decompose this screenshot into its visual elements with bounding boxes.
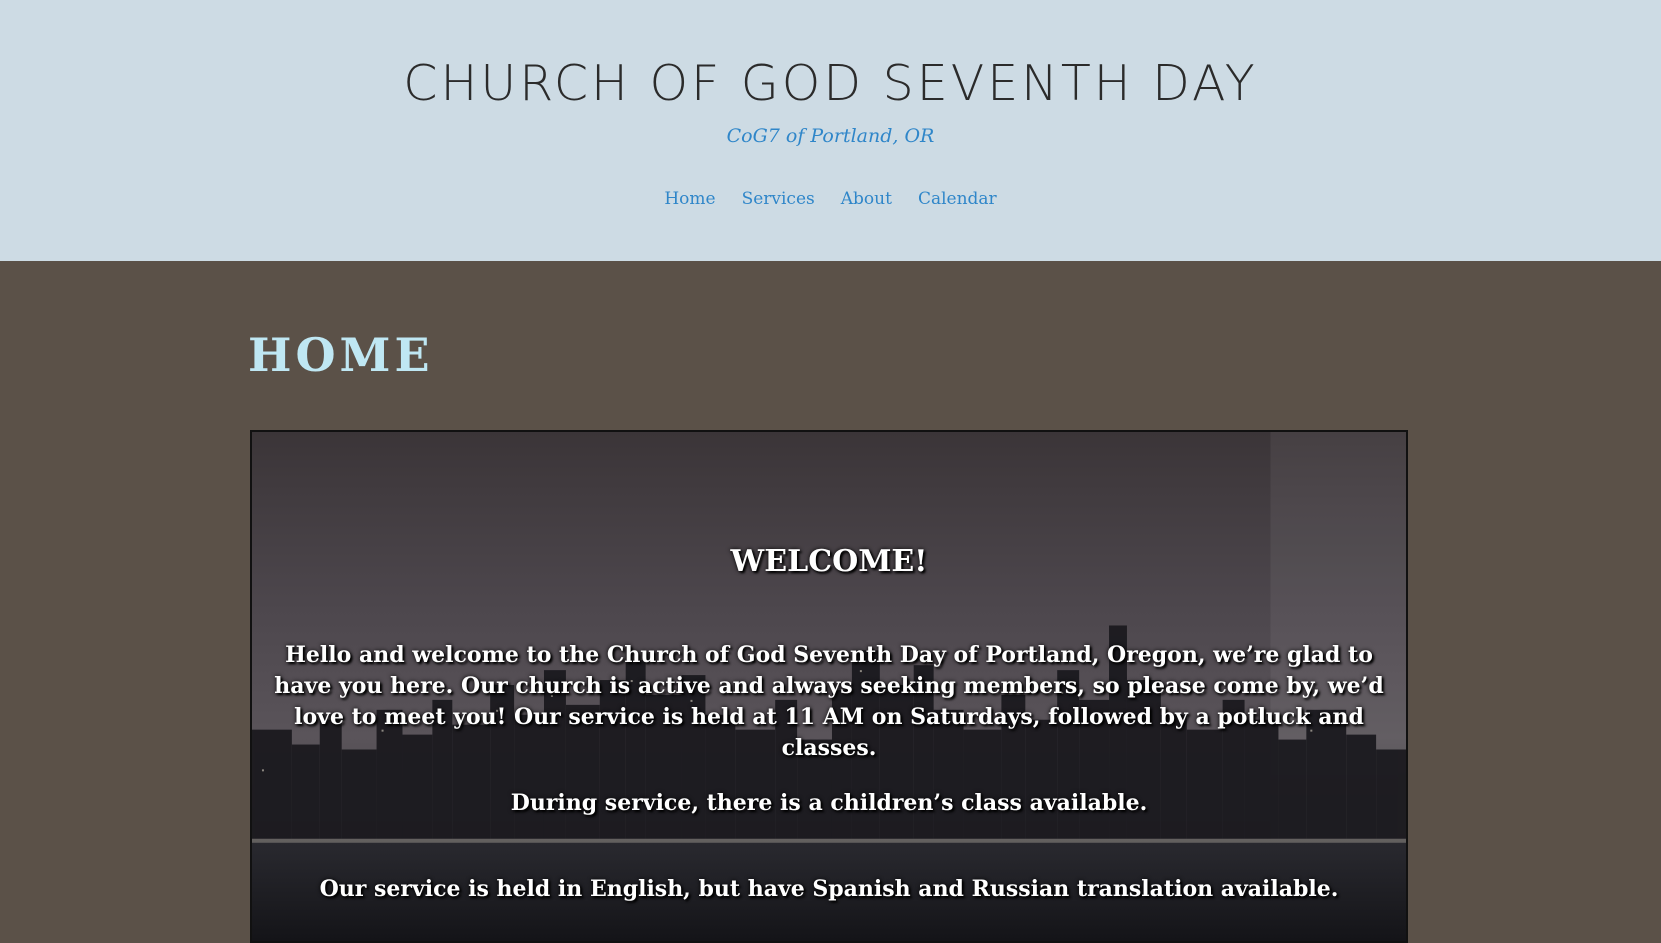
site-title[interactable]: CHURCH OF GOD SEVENTH DAY: [0, 52, 1661, 116]
translation-paragraph: Our service is held in English, but have…: [319, 876, 1339, 902]
welcome-content: WELCOME! Hello and welcome to the Church…: [252, 432, 1406, 941]
nav-item-about[interactable]: About: [841, 186, 892, 212]
main-nav: Home Services About Calendar: [0, 186, 1661, 212]
welcome-paragraph: Hello and welcome to the Church of God S…: [274, 642, 1384, 761]
nav-item-home[interactable]: Home: [664, 186, 715, 212]
childrens-class-paragraph: During service, there is a children’s cl…: [510, 790, 1148, 816]
site-header: CHURCH OF GOD SEVENTH DAY CoG7 of Portla…: [0, 0, 1661, 261]
nav-item-services[interactable]: Services: [742, 186, 815, 212]
site-tagline: CoG7 of Portland, OR: [726, 125, 935, 147]
welcome-heading: WELCOME!: [730, 544, 928, 579]
welcome-banner: WELCOME! Hello and welcome to the Church…: [250, 430, 1408, 943]
nav-item-calendar[interactable]: Calendar: [918, 186, 997, 212]
page-title: HOME: [248, 328, 434, 382]
